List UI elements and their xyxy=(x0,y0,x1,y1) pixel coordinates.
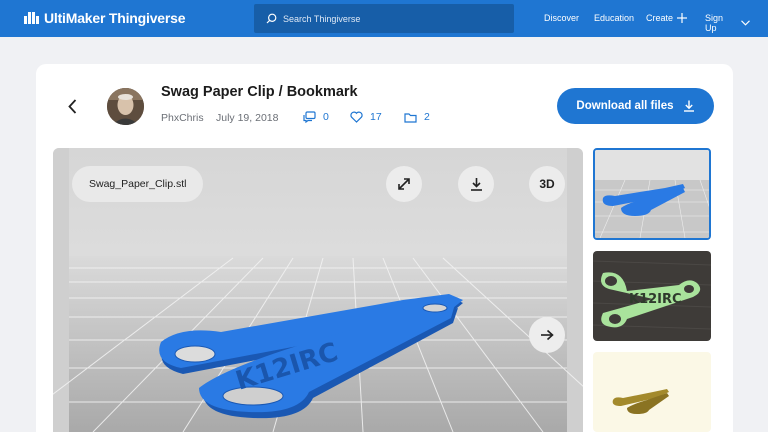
expand-icon xyxy=(398,178,410,190)
nav-discover[interactable]: Discover xyxy=(544,13,579,23)
comment-icon xyxy=(303,111,316,123)
author-name[interactable]: PhxChris xyxy=(161,112,204,124)
search-icon xyxy=(266,13,277,24)
collections-count[interactable]: 2 xyxy=(404,111,430,123)
download-file-button[interactable] xyxy=(458,166,494,202)
plus-icon xyxy=(677,13,688,23)
search-input[interactable] xyxy=(283,13,483,24)
download-icon xyxy=(470,178,482,191)
thumbnail-image xyxy=(593,352,711,432)
search-bar[interactable] xyxy=(254,4,514,33)
nav-create[interactable]: Create xyxy=(646,13,688,23)
back-button[interactable] xyxy=(64,96,80,116)
thumbnail-image: K12IRC xyxy=(593,251,711,341)
arrow-right-icon xyxy=(541,329,554,341)
heart-icon xyxy=(350,111,363,123)
nav-education[interactable]: Education xyxy=(594,13,634,23)
fullscreen-button[interactable] xyxy=(386,166,422,202)
view-3d-button[interactable]: 3D xyxy=(529,166,565,202)
svg-text:K12IRC: K12IRC xyxy=(629,292,682,307)
thumbnail-render-blue[interactable] xyxy=(593,148,711,240)
thumbnail-image xyxy=(595,150,709,238)
publish-date: July 19, 2018 xyxy=(216,112,279,124)
comments-count[interactable]: 0 xyxy=(303,111,329,123)
file-name-chip[interactable]: Swag_Paper_Clip.stl xyxy=(72,166,204,202)
likes-count[interactable]: 17 xyxy=(350,111,382,123)
chevron-left-icon xyxy=(67,98,76,114)
avatar-photo xyxy=(107,88,144,125)
download-all-files-button[interactable]: Download all files xyxy=(557,88,714,124)
thing-title: Swag Paper Clip / Bookmark xyxy=(161,84,358,100)
top-navigation-bar: UltiMaker Thingiverse Discover Education… xyxy=(0,0,768,37)
brand-logo[interactable]: UltiMaker Thingiverse xyxy=(24,10,185,26)
next-image-button[interactable] xyxy=(529,317,565,353)
nav-sign-up[interactable]: Sign Up xyxy=(705,13,750,33)
author-avatar[interactable] xyxy=(107,88,144,125)
brand-name: UltiMaker Thingiverse xyxy=(44,10,186,26)
thumbnail-render-gold[interactable] xyxy=(593,352,711,432)
thumbnail-photo-green[interactable]: K12IRC xyxy=(593,251,711,341)
folder-icon xyxy=(404,112,417,123)
download-icon xyxy=(683,100,694,112)
chevron-down-icon xyxy=(741,20,750,26)
ultimaker-logo-icon xyxy=(24,12,39,24)
